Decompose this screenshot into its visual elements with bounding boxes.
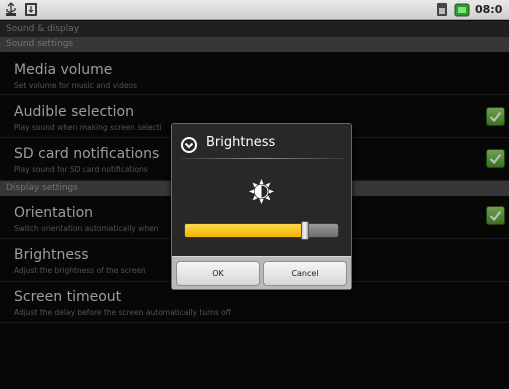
ok-button[interactable]: OK [176, 261, 260, 286]
brightness-slider-fill [185, 224, 306, 237]
download-icon [25, 3, 37, 16]
usb-icon [6, 2, 16, 16]
sim-icon [437, 3, 447, 16]
cancel-button[interactable]: Cancel [263, 261, 347, 286]
clock: 08:0 [475, 3, 503, 16]
dialog-menu-icon [181, 137, 197, 153]
brightness-sun-icon [249, 179, 274, 204]
status-bar: 08:0 [0, 0, 509, 20]
brightness-dialog: Brightness OK Cancel [171, 123, 352, 290]
battery-icon [454, 3, 470, 16]
brightness-slider-track[interactable] [184, 223, 339, 238]
dialog-title: Brightness [206, 135, 276, 150]
dialog-button-bar: OK Cancel [172, 256, 351, 289]
settings-screen: 08:0 Sound & display Sound settings Medi… [0, 0, 509, 389]
brightness-slider-thumb[interactable] [301, 221, 309, 240]
dialog-divider [180, 158, 344, 159]
